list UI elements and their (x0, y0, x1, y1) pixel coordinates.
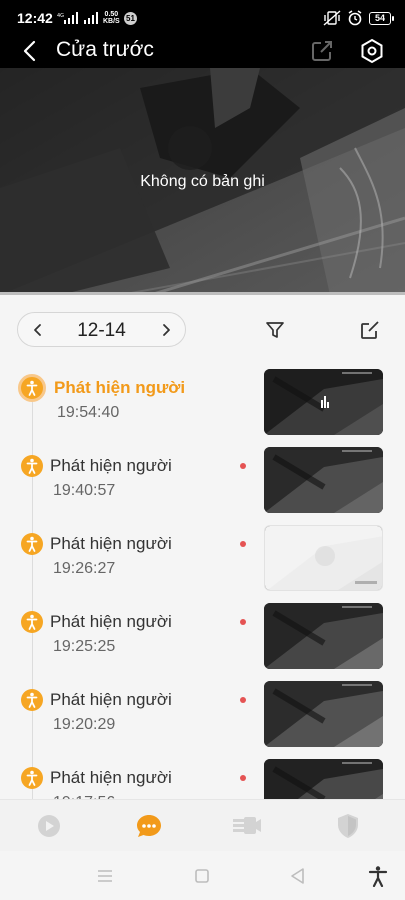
security-tab-shield-icon[interactable] (333, 812, 363, 840)
event-title: Phát hiện người (50, 612, 172, 631)
edit-icon[interactable] (359, 319, 381, 341)
event-thumbnail[interactable] (264, 525, 383, 591)
event-thumbnail[interactable] (264, 603, 383, 669)
network-speed: 0.50 KB/S (103, 11, 120, 25)
messages-tab-chat-bubble-icon[interactable] (134, 812, 164, 840)
page-title: Cửa trước (56, 38, 154, 61)
unread-dot (240, 775, 246, 781)
back-arrow-icon[interactable] (16, 36, 44, 66)
signal-icon: 4G (57, 12, 78, 24)
unread-dot (240, 697, 246, 703)
unread-dot (240, 463, 246, 469)
share-icon[interactable] (309, 38, 335, 64)
event-item[interactable]: Phát hiện người 19:25:25 (0, 603, 405, 673)
person-detection-icon (21, 767, 43, 789)
person-detection-icon (21, 611, 43, 633)
home-square-icon[interactable] (190, 865, 214, 887)
status-bar: 12:42 4G 0.50 KB/S 51 54 (0, 0, 405, 34)
bottom-tab-bar (0, 799, 405, 851)
back-triangle-icon[interactable] (286, 865, 310, 887)
event-time: 19:40:57 (53, 482, 116, 499)
event-time: 19:54:40 (57, 404, 120, 421)
event-thumbnail[interactable] (264, 369, 383, 435)
event-item[interactable]: Phát hiện người 19:20:29 (0, 681, 405, 751)
person-detection-icon (21, 533, 43, 555)
event-list-panel: 12-14 Phát hiện người 19:54:40 Phát hiện n… (0, 295, 405, 799)
event-time: 19:26:27 (53, 560, 116, 577)
alarm-icon (348, 10, 362, 26)
svg-text:4G: 4G (57, 13, 64, 19)
menu-icon[interactable] (93, 865, 117, 887)
event-thumbnail[interactable] (264, 681, 383, 747)
date-selector: 12-14 (17, 312, 186, 347)
accessibility-icon[interactable] (366, 865, 390, 887)
status-time: 12:42 (17, 10, 53, 26)
event-time: 19:20:29 (53, 716, 116, 733)
unread-dot (240, 541, 246, 547)
playback-tab-play-icon[interactable] (34, 812, 64, 840)
event-title: Phát hiện người (50, 534, 172, 553)
event-title: Phát hiện người (50, 768, 172, 787)
system-navigation-bar (0, 851, 405, 900)
person-detection-icon (21, 455, 43, 477)
event-thumbnail[interactable] (264, 447, 383, 513)
app-header: Cửa trước (0, 34, 405, 68)
event-item[interactable]: Phát hiện người 19:26:27 (0, 525, 405, 595)
person-detection-icon (18, 374, 46, 402)
signal-icon-secondary (84, 12, 98, 24)
event-title: Phát hiện người (50, 690, 172, 709)
event-title: Phát hiện người (54, 378, 186, 397)
unread-dot (240, 619, 246, 625)
filter-icon[interactable] (264, 319, 286, 341)
person-detection-icon (21, 689, 43, 711)
settings-icon[interactable] (358, 37, 386, 65)
event-thumbnail[interactable] (264, 759, 383, 799)
event-item[interactable]: Phát hiện người 19:54:40 (0, 369, 405, 439)
vibrate-icon (323, 10, 341, 26)
event-item[interactable]: Phát hiện người19:17:56 (0, 759, 405, 799)
event-item[interactable]: Phát hiện người 19:40:57 (0, 447, 405, 517)
chevron-right-icon[interactable] (156, 319, 176, 341)
no-recording-message: Không có bản ghi (140, 173, 265, 190)
video-player[interactable]: Không có bản ghi (0, 68, 405, 295)
event-time: 19:25:25 (53, 638, 116, 655)
battery-indicator: 54 (369, 11, 394, 25)
notification-count-badge: 51 (124, 12, 137, 25)
recordings-tab-video-list-icon[interactable] (232, 812, 262, 840)
event-title: Phát hiện người (50, 456, 172, 475)
